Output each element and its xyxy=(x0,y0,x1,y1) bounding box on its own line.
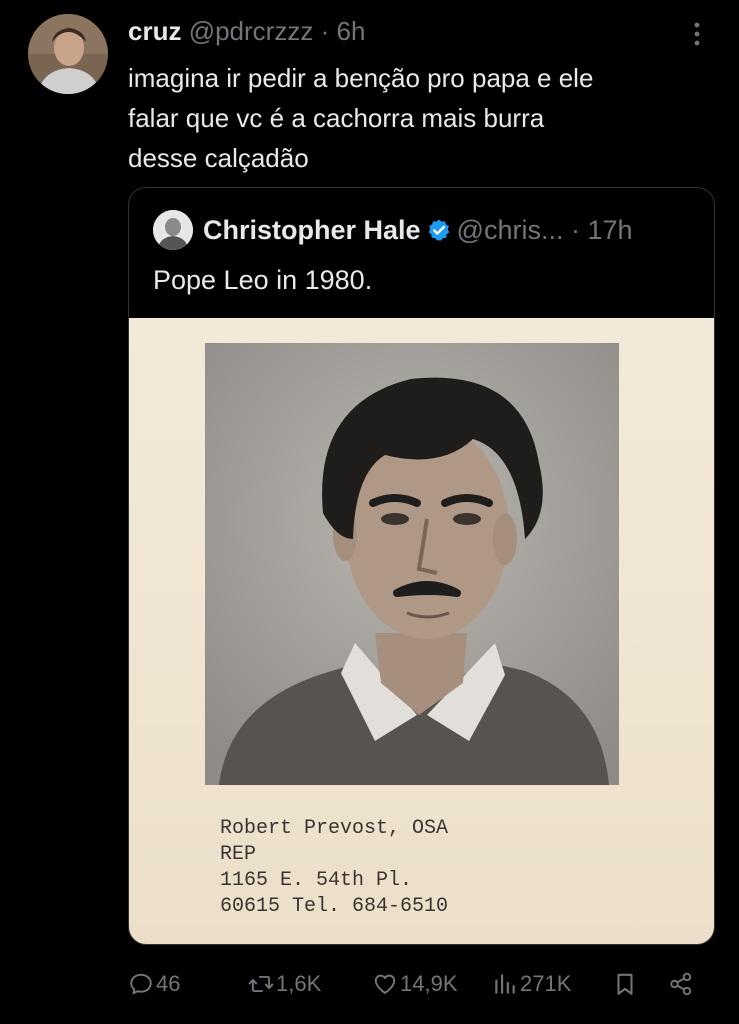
quoted-user-handle[interactable]: @chris... xyxy=(457,215,564,245)
caption-line: Robert Prevost, OSA xyxy=(220,817,449,840)
views-chart-icon xyxy=(495,974,515,994)
reply-button[interactable]: 46 xyxy=(128,964,180,1004)
like-button[interactable]: 14,9K xyxy=(372,964,458,1004)
display-name[interactable]: cruz xyxy=(128,16,181,46)
more-vertical-icon xyxy=(694,22,700,46)
heart-icon xyxy=(374,974,396,994)
quoted-timestamp[interactable]: 17h xyxy=(588,215,633,245)
tweet-text-line: falar que vc é a cachorra mais burra xyxy=(128,103,545,133)
profile-photo-icon xyxy=(28,14,108,94)
bookmark-button[interactable] xyxy=(612,964,638,1004)
quoted-tweet[interactable]: Christopher Hale @chris... · 17h Pope Le… xyxy=(128,187,715,945)
retweet-icon xyxy=(248,975,274,993)
user-handle[interactable]: @pdrcrzzz xyxy=(189,16,314,46)
views-count: 271K xyxy=(520,971,572,996)
profile-photo-icon xyxy=(153,210,193,250)
portrait-photo xyxy=(205,343,619,785)
photo-caption: Robert Prevost, OSA REP 1165 E. 54th Pl.… xyxy=(220,816,448,920)
quoted-display-name[interactable]: Christopher Hale xyxy=(203,215,421,245)
retweet-count: 1,6K xyxy=(276,971,322,996)
quoted-tweet-image[interactable]: Robert Prevost, OSA REP 1165 E. 54th Pl.… xyxy=(129,318,714,944)
portrait-photo-image xyxy=(205,343,619,785)
caption-line: 1165 E. 54th Pl. xyxy=(220,869,413,892)
tweet-header: cruz @pdrcrzzz · 6h xyxy=(128,14,365,48)
author-avatar[interactable] xyxy=(28,14,108,94)
timestamp[interactable]: 6h xyxy=(336,16,365,46)
quoted-tweet-header: Christopher Hale @chris... · 17h xyxy=(203,212,633,248)
bookmark-icon xyxy=(617,973,633,995)
tweet[interactable]: cruz @pdrcrzzz · 6h imagina ir pedir a b… xyxy=(0,0,739,1024)
quoted-tweet-text: Pope Leo in 1980. xyxy=(153,265,373,295)
separator-dot: · xyxy=(320,16,330,46)
share-icon xyxy=(670,972,692,996)
action-bar: 46 1,6K 14,9K 271K xyxy=(128,964,703,1004)
reply-icon xyxy=(130,973,152,995)
caption-line: 60615 Tel. 684-6510 xyxy=(220,895,449,918)
share-button[interactable] xyxy=(668,964,694,1004)
tweet-text-line: desse calçadão xyxy=(128,143,309,173)
tweet-text: imagina ir pedir a benção pro papa e ele… xyxy=(128,58,708,178)
verified-badge-icon xyxy=(428,219,449,241)
views-button[interactable]: 271K xyxy=(492,964,571,1004)
retweet-button[interactable]: 1,6K xyxy=(248,964,321,1004)
separator-dot: · xyxy=(570,215,580,245)
tweet-text-line: imagina ir pedir a benção pro papa e ele xyxy=(128,63,594,93)
more-options-button[interactable] xyxy=(685,20,709,48)
reply-count: 46 xyxy=(156,971,181,996)
caption-line: REP xyxy=(220,843,257,866)
like-count: 14,9K xyxy=(400,971,458,996)
quoted-author-avatar[interactable] xyxy=(153,210,193,250)
